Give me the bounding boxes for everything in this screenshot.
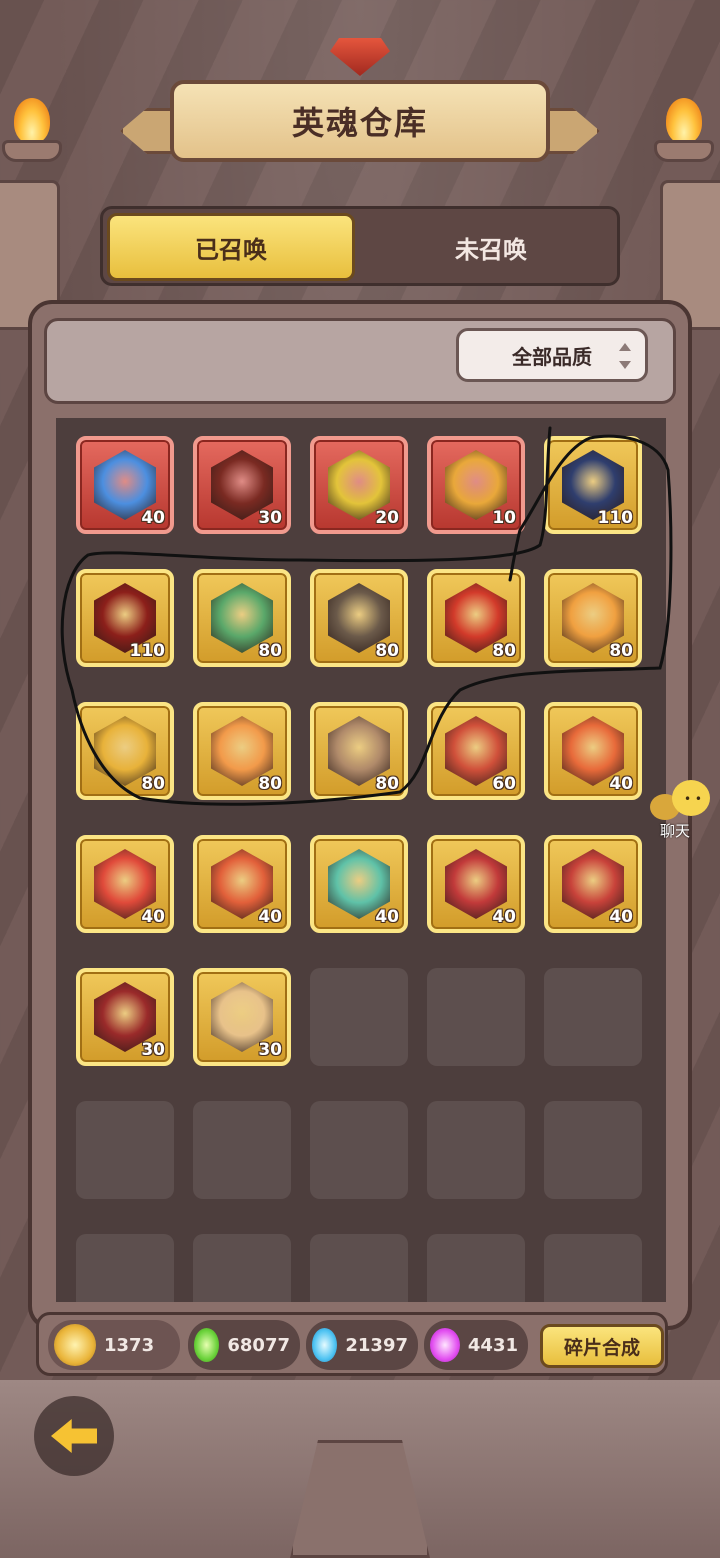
shard-count: 30 [141,1040,165,1060]
currency-value: 68077 [227,1334,290,1356]
hero-soul-card[interactable]: 80 [544,569,642,667]
currency-gold: 1373 [48,1320,180,1370]
shard-count: 10 [492,508,516,528]
shard-synthesize-button[interactable]: 碎片合成 [540,1324,664,1368]
shard-count: 80 [492,641,516,661]
back-arrow-icon [51,1419,97,1453]
shard-count: 40 [141,508,165,528]
hero-soul-card[interactable]: 40 [310,835,408,933]
shard-count: 110 [597,508,634,528]
hero-soul-card[interactable]: 110 [544,436,642,534]
hero-soul-card[interactable]: 80 [193,702,291,800]
hero-soul-card[interactable]: 10 [427,436,525,534]
blue-soul-icon [312,1328,338,1362]
sort-arrows-icon [619,343,631,369]
shard-count: 80 [258,774,282,794]
hero-soul-card[interactable]: 40 [76,436,174,534]
hero-soul-card[interactable]: 40 [544,835,642,933]
empty-slot [427,1101,525,1199]
empty-slot [310,968,408,1066]
shard-count: 30 [258,1040,282,1060]
hero-soul-card[interactable]: 20 [310,436,408,534]
shard-count: 40 [375,907,399,927]
quality-filter-label: 全部品质 [512,344,592,369]
hero-soul-card[interactable]: 80 [76,702,174,800]
hero-soul-grid: 40 30 20 10 110 110 80 80 80 80 80 80 80 60 40 40 40 40 40… [76,436,642,1302]
hero-soul-card[interactable]: 80 [427,569,525,667]
hero-soul-card[interactable]: 40 [76,835,174,933]
hero-soul-card[interactable]: 40 [427,835,525,933]
empty-slot [76,1101,174,1199]
empty-slot [544,1101,642,1199]
shard-count: 40 [609,774,633,794]
stone-floor [0,1380,720,1558]
empty-slot [544,968,642,1066]
shard-count: 110 [129,641,166,661]
shard-count: 40 [258,907,282,927]
quality-filter-dropdown[interactable]: 全部品质 [456,328,648,382]
hero-soul-card[interactable]: 40 [544,702,642,800]
hero-soul-card[interactable]: 60 [427,702,525,800]
empty-slot [193,1101,291,1199]
page-title: 英魂仓库 [291,104,428,142]
empty-slot [76,1234,174,1302]
empty-slot [427,968,525,1066]
shard-count: 80 [141,774,165,794]
chat-button[interactable]: • • 聊天 [648,780,714,840]
green-soul-icon [194,1328,220,1362]
chat-label: 聊天 [660,822,691,840]
hero-soul-card[interactable]: 80 [310,569,408,667]
hero-soul-grid-area[interactable]: 40 30 20 10 110 110 80 80 80 80 80 80 80 60 40 40 40 40 40… [56,418,666,1302]
currency-value: 1373 [104,1334,155,1356]
currency-green: 68077 [188,1320,300,1370]
shard-count: 80 [258,641,282,661]
currency-blue: 21397 [306,1320,418,1370]
empty-slot [310,1234,408,1302]
hero-soul-card[interactable]: 80 [193,569,291,667]
summon-tabs: 已召唤 未召唤 [100,206,620,286]
currency-purple: 4431 [424,1320,528,1370]
shard-count: 80 [609,641,633,661]
shard-count: 80 [375,641,399,661]
hero-soul-card[interactable]: 110 [76,569,174,667]
hero-soul-card[interactable]: 30 [193,436,291,534]
shard-count: 30 [258,508,282,528]
ruby-gem-icon [330,38,390,76]
back-button[interactable] [34,1396,114,1476]
tab-summoned[interactable]: 已召唤 [107,213,355,281]
shard-count: 80 [375,774,399,794]
hero-soul-card[interactable]: 40 [193,835,291,933]
hero-soul-card[interactable]: 80 [310,702,408,800]
empty-slot [544,1234,642,1302]
purple-soul-icon [430,1328,460,1362]
torch-icon [2,98,62,162]
hero-soul-card[interactable]: 30 [193,968,291,1066]
shard-count: 40 [609,907,633,927]
hero-soul-card[interactable]: 30 [76,968,174,1066]
chat-bubble-icon: • • [684,792,702,806]
shard-count: 60 [492,774,516,794]
empty-slot [427,1234,525,1302]
gold-soul-icon [54,1324,96,1366]
shard-count: 20 [375,508,399,528]
shard-count: 40 [492,907,516,927]
tab-unsummoned[interactable]: 未召唤 [367,213,615,281]
empty-slot [193,1234,291,1302]
currency-value: 21397 [345,1334,408,1356]
torch-icon [654,98,714,162]
empty-slot [310,1101,408,1199]
shard-count: 40 [141,907,165,927]
title-banner: 英魂仓库 [120,80,600,170]
currency-value: 4431 [467,1334,518,1356]
